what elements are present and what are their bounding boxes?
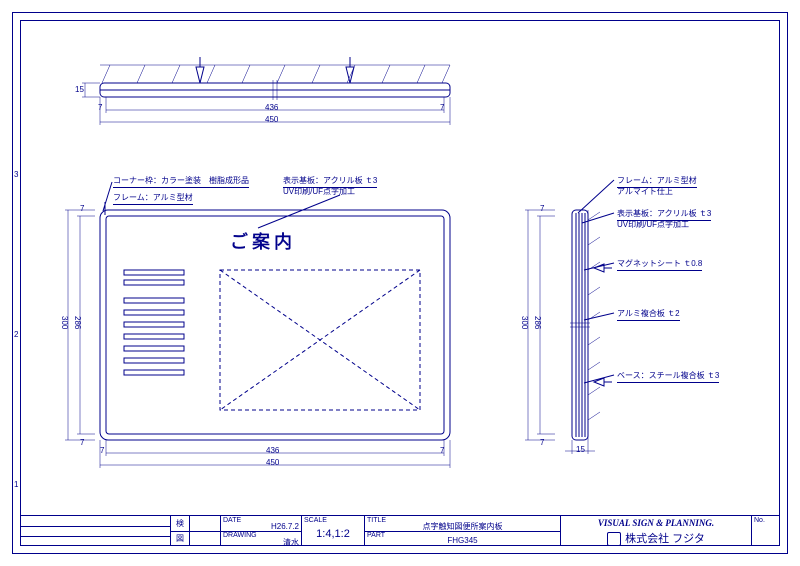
dim-front-300: 300 (60, 316, 69, 329)
dim-front-7t: 7 (80, 204, 84, 213)
anno-side-panel2: UV印刷/UF点字加工 (617, 219, 689, 230)
dim-side-7t: 7 (540, 204, 544, 213)
tb-kensa: 検 (173, 518, 187, 529)
tb-zu: 図 (173, 533, 187, 544)
dim-front-7l: 7 (100, 446, 104, 455)
tb-part: FHG345 (367, 536, 558, 545)
row-index-3: 3 (14, 170, 18, 179)
drawing-sheet: 3 2 1 15 7 7 (0, 0, 800, 566)
dim-front-7b: 7 (80, 438, 84, 447)
dim-side-300: 300 (520, 316, 529, 329)
side-dims-v (515, 210, 565, 460)
tb-scale: 1:4,1:2 (304, 528, 362, 540)
tb-date: H26.7.2 (223, 522, 299, 531)
tb-scale-label: SCALE (304, 517, 362, 524)
dim-top-7l: 7 (98, 103, 102, 112)
front-dims-h (100, 440, 460, 475)
dim-front-450: 450 (266, 458, 279, 467)
dim-top-7r: 7 (440, 103, 444, 112)
sign-title: ご案内 (230, 228, 296, 254)
dim-front-286: 286 (73, 316, 82, 329)
anno-side-base: ベース：スチール複合板 ｔ3 (617, 370, 719, 383)
front-leaders (100, 175, 360, 225)
tb-title: 点字触知図便所案内板 (367, 521, 558, 532)
tb-no-label: No. (754, 517, 778, 524)
row-index-2: 2 (14, 330, 18, 339)
dim-side-15: 15 (576, 445, 585, 454)
anno-side-magnet: マグネットシート ｔ0.8 (617, 258, 702, 271)
row-index-1: 1 (14, 480, 18, 489)
dim-front-7r: 7 (440, 446, 444, 455)
dim-side-286: 286 (533, 316, 542, 329)
anno-side-frame2: アルマイト仕上 (617, 186, 673, 197)
front-dims-v (55, 210, 105, 460)
dim-side-7b: 7 (540, 438, 544, 447)
dim-front-436: 436 (266, 446, 279, 455)
dim-top-450: 450 (265, 115, 278, 124)
dim-top-15: 15 (75, 85, 84, 94)
tb-company: 株式会社 フジタ (563, 530, 749, 546)
tb-drawing: 清水 (223, 537, 299, 548)
anno-side-alumi: アルミ複合板 ｔ2 (617, 308, 680, 321)
dim-top-436: 436 (265, 103, 278, 112)
tb-tag: VISUAL SIGN & PLANNING. (563, 518, 749, 528)
logo-icon (607, 532, 621, 546)
title-block: 検 図 DATE H26.7.2 DRAWING 清水 SCALE 1:4,1:… (20, 516, 780, 546)
